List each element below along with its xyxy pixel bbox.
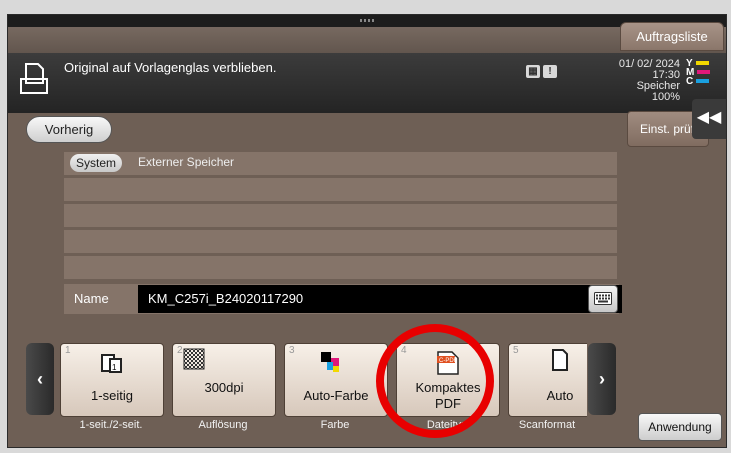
toner-c: C — [686, 77, 710, 87]
top-grip — [8, 15, 726, 27]
card-color[interactable]: 3 Auto-Farbe — [284, 343, 388, 417]
device-screen: Auftragsliste Original auf Vorlagenglas … — [7, 14, 727, 448]
status-icons: ▦! — [526, 61, 560, 79]
highlight-circle — [376, 324, 494, 438]
card-duplex[interactable]: 1 1 1-seitig — [60, 343, 164, 417]
color-icon — [319, 350, 343, 379]
path-row: System Externer Speicher — [64, 152, 617, 175]
chevron-left-icon: ‹ — [37, 369, 43, 389]
system-chip[interactable]: System — [70, 154, 123, 172]
message-bar: Original auf Vorlagenglas verblieben. ▦! — [8, 53, 608, 113]
memory-value: 100% — [651, 91, 680, 103]
card-label: Scanformat — [518, 419, 576, 431]
keyboard-icon — [594, 292, 612, 305]
network-icon: ▦ — [526, 65, 540, 78]
card-number: 2 — [177, 345, 183, 356]
back-button[interactable]: Vorherig — [26, 116, 112, 143]
list-item[interactable] — [64, 178, 617, 201]
keyboard-button[interactable] — [588, 285, 618, 313]
card-scan-size[interactable]: 5 Auto — [508, 343, 587, 417]
card-label: Auflösung — [198, 419, 248, 431]
list-item[interactable] — [64, 230, 617, 253]
toner-levels: Y M C — [686, 59, 711, 87]
list-item[interactable] — [64, 204, 617, 227]
double-chevron-left-icon: ◀◀ — [696, 109, 722, 126]
card-label: 1-seit./2-seit. — [79, 419, 143, 431]
name-label: Name — [74, 291, 109, 306]
svg-text:1: 1 — [112, 363, 117, 372]
job-list-button[interactable]: Auftragsliste — [620, 22, 724, 51]
card-resolution[interactable]: 2 300dpi — [172, 343, 276, 417]
card-label: Farbe — [320, 419, 350, 431]
chevron-right-icon: › — [599, 369, 605, 389]
original-on-glass-icon — [18, 61, 50, 102]
warning-icon: ! — [543, 65, 557, 78]
resolution-icon — [183, 348, 205, 375]
name-row: Name KM_C257i_B24020117290 — [64, 284, 622, 314]
expand-panel-button[interactable]: ◀◀ — [692, 99, 726, 139]
file-name-field[interactable]: KM_C257i_B24020117290 — [138, 285, 622, 313]
card-number: 5 — [513, 345, 519, 356]
card-value: Auto-Farbe — [303, 388, 369, 403]
duplex-icon: 1 — [101, 352, 123, 379]
card-value: 300dpi — [204, 380, 244, 395]
card-number: 1 — [65, 345, 71, 356]
page-icon — [551, 348, 569, 377]
apply-button[interactable]: Anwendung — [638, 413, 722, 441]
scroll-left-button[interactable]: ‹ — [26, 343, 54, 415]
scroll-right-button[interactable]: › — [588, 343, 616, 415]
card-value: 1-seitig — [91, 388, 133, 403]
file-list: System Externer Speicher — [64, 152, 617, 282]
datetime: 01/ 02/ 2024 17:30 Speicher 100% — [608, 59, 680, 103]
card-value: Auto — [546, 388, 574, 403]
status-message: Original auf Vorlagenglas verblieben. — [64, 60, 277, 75]
path-location: Externer Speicher — [138, 155, 235, 169]
list-item[interactable] — [64, 256, 617, 279]
card-number: 3 — [289, 345, 295, 356]
